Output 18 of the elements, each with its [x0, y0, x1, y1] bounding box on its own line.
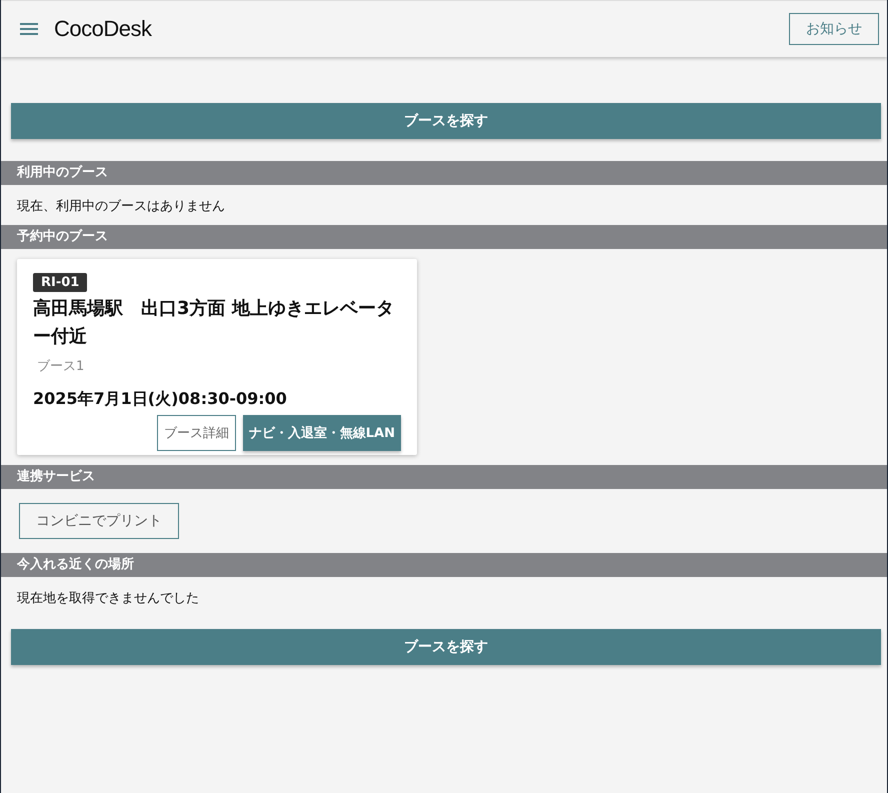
- section-header: 予約中のブース: [1, 225, 887, 249]
- status-message: 現在地を取得できませんでした: [16, 590, 200, 608]
- booth-label: ブース1: [37, 358, 84, 375]
- booth-code-badge: RI-01: [33, 273, 88, 292]
- section-header: 利用中のブース: [1, 161, 887, 185]
- search-button[interactable]: ブースを探す: [11, 103, 881, 139]
- location-name: 高田馬場駅 出口3方面 地上ゆきエレベーター付近: [33, 297, 395, 349]
- app-name: CocoDesk: [54, 16, 152, 42]
- notice-button[interactable]: お知らせ: [789, 13, 879, 45]
- section-header: 連携サービス: [1, 465, 887, 489]
- search-button[interactable]: ブースを探す: [11, 629, 881, 665]
- status-message: 現在、利用中のブースはありません: [16, 198, 226, 216]
- menu-icon[interactable]: [20, 22, 38, 36]
- details-button[interactable]: ブース詳細: [156, 415, 236, 451]
- service-button[interactable]: コンビニでプリント: [19, 503, 179, 539]
- section-header: 今入れる近くの場所: [1, 553, 887, 577]
- reservation-time: 2025年7月1日(火)08:30-09:00: [33, 389, 287, 410]
- navigation-button[interactable]: ナビ・入退室・無線LAN: [242, 415, 401, 451]
